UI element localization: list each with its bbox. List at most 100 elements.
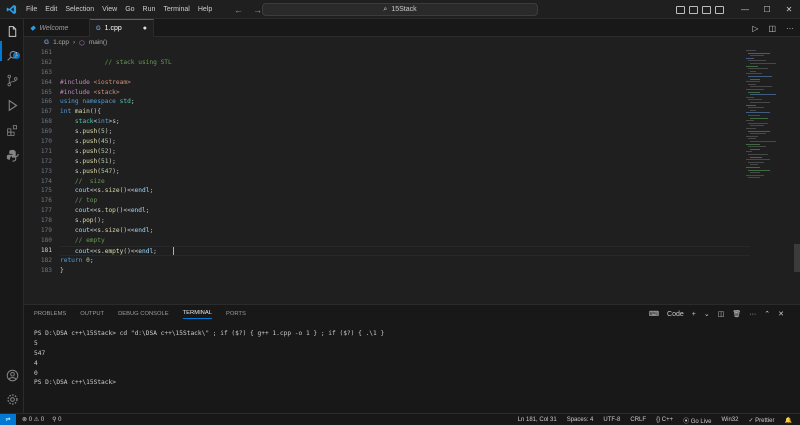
platform[interactable]: Win32 <box>721 417 738 423</box>
line-number: 170 <box>40 138 52 146</box>
encoding[interactable]: UTF-8 <box>603 417 620 423</box>
python-icon[interactable] <box>4 147 20 163</box>
code-line[interactable]: s.push(52); <box>60 147 750 157</box>
code-line[interactable]: return 0; <box>60 256 750 266</box>
terminal-output[interactable]: PS D:\DSA c++\15Stack> cd "d:\DSA c++\15… <box>34 329 794 388</box>
terminal-shell-label[interactable]: Code <box>667 311 684 318</box>
code-line[interactable]: s.push(51); <box>60 157 750 167</box>
account-icon[interactable] <box>4 367 20 383</box>
code-line[interactable]: s.push(547); <box>60 167 750 177</box>
minimap-line <box>746 50 756 51</box>
remote-indicator-icon[interactable]: ⇌ <box>0 413 16 425</box>
trash-icon[interactable]: 🗑 <box>732 310 741 318</box>
editor-scrollbar[interactable] <box>794 244 800 272</box>
notifications-bell-icon[interactable]: 🔔 <box>785 417 792 424</box>
toggle-sidebar-icon[interactable] <box>676 5 685 14</box>
menu-file[interactable]: File <box>22 0 41 19</box>
explorer-icon[interactable] <box>4 23 20 39</box>
code-line[interactable] <box>60 48 750 58</box>
minimap-line <box>748 177 760 179</box>
split-terminal-icon[interactable]: ◫ <box>718 310 725 318</box>
menu-run[interactable]: Run <box>139 0 160 19</box>
tab-1cpp[interactable]: G 1.cpp ● <box>90 19 154 37</box>
search-view-icon[interactable] <box>4 47 20 63</box>
run-code-icon[interactable]: ▷ <box>752 24 758 33</box>
code-line[interactable]: stack<int>s; <box>60 117 750 127</box>
indentation[interactable]: Spaces: 4 <box>567 417 594 423</box>
code-editor[interactable]: 161 162 163 164 165 166 167 168 169 170 171 172 173 1… <box>24 48 800 304</box>
cursor-position[interactable]: Ln 181, Col 31 <box>518 417 557 423</box>
code-line[interactable]: } <box>60 266 750 276</box>
menu-terminal[interactable]: Terminal <box>159 0 193 19</box>
tab-terminal[interactable]: TERMINAL <box>182 310 212 319</box>
tab-ports[interactable]: PORTS <box>226 311 246 317</box>
text-cursor <box>172 246 174 255</box>
tab-output[interactable]: OUTPUT <box>80 311 104 317</box>
command-center-search[interactable]: ⌕ 15Stack <box>262 3 538 16</box>
new-terminal-plus-icon[interactable]: + <box>692 311 696 318</box>
minimap-line <box>748 115 760 116</box>
breadcrumb-file[interactable]: 1.cpp <box>53 39 69 46</box>
close-panel-icon[interactable]: ✕ <box>778 310 784 318</box>
errors-indicator[interactable]: ⊗ 0 ⚠ 0 <box>22 416 44 423</box>
line-number: 171 <box>40 147 52 155</box>
menu-edit[interactable]: Edit <box>41 0 61 19</box>
code-line[interactable]: int main(){ <box>60 107 750 117</box>
minimap-line <box>746 174 764 176</box>
minimap-line <box>748 161 764 163</box>
code-line[interactable] <box>60 68 750 78</box>
minimap[interactable] <box>746 48 786 304</box>
code-line[interactable]: // stack using STL <box>60 58 750 68</box>
back-arrow-icon[interactable]: ← <box>234 5 243 15</box>
manage-gear-icon[interactable] <box>4 391 20 407</box>
menu-view[interactable]: View <box>98 0 121 19</box>
minimap-line <box>748 83 756 85</box>
more-actions-icon[interactable]: ··· <box>786 24 794 33</box>
code-line[interactable]: s.push(45); <box>60 137 750 147</box>
customize-layout-icon[interactable] <box>715 5 724 14</box>
close-icon[interactable]: ✕ <box>778 5 800 14</box>
run-debug-icon[interactable] <box>4 97 20 113</box>
extensions-icon[interactable] <box>4 122 20 138</box>
code-line[interactable]: s.push(5); <box>60 127 750 137</box>
line-number: 178 <box>40 217 52 225</box>
tab-welcome[interactable]: ◆ Welcome <box>24 19 90 37</box>
ports-indicator[interactable]: ⚲ 0 <box>52 416 61 423</box>
tab-problems[interactable]: PROBLEMS <box>34 311 66 317</box>
code-line[interactable]: cout<<s.empty()<<endl; <box>60 245 750 256</box>
language-mode[interactable]: {} C++ <box>656 417 673 423</box>
code-area[interactable]: // stack using STL #include <iostream> #in… <box>60 48 750 275</box>
source-control-icon[interactable] <box>4 72 20 88</box>
more-actions-icon[interactable]: ··· <box>749 311 756 318</box>
toggle-secondary-sidebar-icon[interactable] <box>702 5 711 14</box>
chevron-down-icon[interactable]: ⌄ <box>704 310 710 318</box>
maximize-panel-icon[interactable]: ⌃ <box>764 310 770 318</box>
unsaved-dot-icon[interactable]: ● <box>143 25 147 32</box>
code-line[interactable]: using namespace std; <box>60 97 750 107</box>
code-line[interactable]: #include <iostream> <box>60 78 750 88</box>
minimap-line <box>750 125 764 127</box>
code-line[interactable]: // top <box>60 196 750 206</box>
menu-help[interactable]: Help <box>194 0 216 19</box>
code-line[interactable]: #include <stack> <box>60 88 750 98</box>
code-line[interactable]: // empty <box>60 236 750 246</box>
forward-arrow-icon[interactable]: → <box>253 5 262 15</box>
code-line[interactable]: cout<<s.size()<<endl; <box>60 186 750 196</box>
split-editor-icon[interactable]: ◫ <box>768 24 776 33</box>
code-line[interactable]: // size <box>60 177 750 187</box>
code-line[interactable]: s.pop(); <box>60 216 750 226</box>
minimize-icon[interactable]: — <box>734 5 756 14</box>
tab-debug-console[interactable]: DEBUG CONSOLE <box>118 311 169 317</box>
code-line[interactable]: cout<<s.size()<<endl; <box>60 226 750 236</box>
workspace-name: 15Stack <box>391 6 417 13</box>
breadcrumb-symbol[interactable]: main() <box>89 39 107 46</box>
menu-go[interactable]: Go <box>121 0 138 19</box>
maximize-icon[interactable]: ☐ <box>756 5 778 14</box>
toggle-panel-icon[interactable] <box>689 5 698 14</box>
code-line[interactable]: cout<<s.top()<<endl; <box>60 206 750 216</box>
line-endings[interactable]: CRLF <box>630 417 646 423</box>
status-bar: ⇌ ⊗ 0 ⚠ 0 ⚲ 0 Ln 181, Col 31 Spaces: 4 U… <box>0 413 800 425</box>
prettier-status[interactable]: ✓ Prettier <box>748 417 774 424</box>
go-live-button[interactable]: ⦿ Go Live <box>683 416 711 425</box>
menu-selection[interactable]: Selection <box>61 0 98 19</box>
